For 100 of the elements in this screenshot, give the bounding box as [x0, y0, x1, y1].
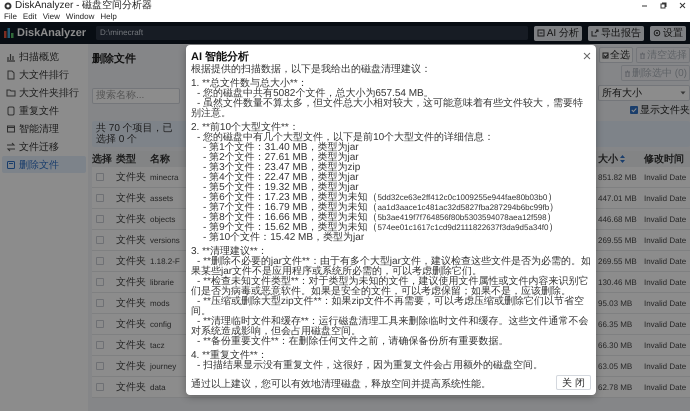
table-cell-text: 文件夹 [116, 296, 147, 310]
table-cell-text: 851.82 MB [598, 172, 638, 182]
list-item: - 扫描结果显示没有重复文件，这很好，因为重复文件会占用额外的磁盘空间。 [196, 361, 544, 371]
table-cell-text: 文件夹 [116, 276, 147, 289]
menu-item[interactable]: Edit [22, 11, 37, 22]
table-cell-text: 文件夹 [116, 192, 147, 205]
table-cell-text: Invalid Date [644, 172, 688, 182]
sidebar-item[interactable]: 扫描概览 [2, 48, 86, 65]
close-button[interactable]: 关 闭 [556, 375, 591, 390]
table-cell-text: 文件夹 [116, 170, 147, 184]
row-checkbox[interactable] [96, 194, 104, 202]
intro-text: 根据提供的扫描数据，以下是我给出的磁盘清理建议： [191, 65, 432, 75]
row-checkbox[interactable] [96, 299, 104, 307]
caret-icon [680, 91, 686, 95]
table-cell-text: 269.55 MB [598, 236, 638, 244]
table-cell-text: 447.01 MB [598, 194, 638, 202]
table-cell-text: minecra [150, 172, 180, 182]
row-checkbox[interactable] [96, 278, 104, 286]
table-cell-text: 66.35 MB [598, 320, 634, 328]
sidebar-item[interactable]: 重复文件 [2, 102, 86, 119]
box-icon [6, 124, 16, 134]
row-checkbox[interactable] [96, 362, 104, 370]
row-checkbox[interactable] [96, 236, 104, 244]
table-cell-text: Invalid Date [644, 298, 688, 308]
row-checkbox[interactable] [96, 173, 104, 181]
menu-item[interactable]: File [4, 11, 17, 22]
arrows-icon [6, 142, 16, 152]
sidebar-item[interactable]: 智能清理 [2, 120, 86, 137]
sort-icon [620, 155, 625, 163]
sidebar-item[interactable]: 删除文件 [2, 156, 86, 173]
folder-icon [6, 88, 16, 98]
header-button[interactable]: 导出报告 [588, 26, 644, 40]
restore-icon[interactable] [660, 2, 667, 9]
bar-chart-logo-icon [4, 28, 14, 38]
menu-item[interactable]: Window [66, 11, 94, 22]
close-icon[interactable] [583, 52, 591, 60]
header-button[interactable]: AI 分析 [534, 26, 582, 40]
table-cell-text: 文件夹 [116, 254, 147, 268]
table-cell-text: 1.18.2-F [150, 256, 181, 266]
dialog-title: AI 智能分析 [191, 50, 250, 64]
summary-text: 共 70 个项目，已选择 0 个 [96, 123, 174, 145]
file-icon [6, 70, 16, 80]
table-cell-text: mods [150, 298, 171, 308]
list-item: - 您的磁盘中有几个大型文件，以下是前10个大型文件的详细信息： [196, 133, 496, 143]
close-icon[interactable] [679, 2, 686, 9]
menu-item[interactable]: View [42, 11, 60, 22]
path-field[interactable]: D:\minecraft [96, 26, 528, 40]
section-heading: 3. **清理建议**： [191, 247, 268, 257]
conclusion-text: 通过以上建议，您可以有效地清理磁盘，释放空间并提高系统性能。 [191, 380, 491, 390]
table-cell-text: objects [150, 214, 176, 224]
list-item: - 第4个文件：22.47 MB，类型为jar [202, 173, 359, 183]
section-heading: 4. **重复文件**： [191, 351, 268, 361]
table-cell-text: Invalid Date [644, 214, 688, 224]
table-cell-text: 63.05 MB [598, 362, 634, 370]
action-button[interactable]: 全选 [599, 47, 633, 63]
table-cell-text: librarie [150, 278, 176, 286]
sidebar-item[interactable]: 大文件夹排行 [2, 84, 86, 101]
table-cell-text: 文件夹 [116, 360, 147, 373]
search-field[interactable]: 搜索名称... [92, 88, 180, 104]
list-item: - **检查未知文件类型**：对于类型为未知的文件，建议使用文件属性或文件内容来识别它们是否为病毒或恶意软件。如果是安全的文件，可以考虑保留；如果不是，应该删除。 [191, 277, 590, 297]
list-item: - 第2个文件：27.61 MB，类型为jar [202, 153, 359, 163]
table-cell-text: Invalid Date [644, 362, 688, 370]
list-item: - **删除不必要的jar文件**：由于有多个大型jar文件，建议检查这些文件是否为必需的。如果某些jar文件不是应用程序或系统所必需的，可以考虑删除它们。 [191, 257, 591, 277]
column-header[interactable]: 大小 [598, 152, 644, 166]
table-cell-text: 文件夹 [116, 212, 147, 226]
row-checkbox[interactable] [96, 257, 104, 265]
column-header[interactable]: 选择 [92, 152, 116, 166]
row-checkbox[interactable] [96, 215, 104, 223]
row-checkbox[interactable] [96, 320, 104, 328]
table-cell-text: tacz [150, 340, 166, 350]
size-filter-dropdown[interactable]: 所有大小 [598, 85, 690, 101]
header-button[interactable]: 设置 [650, 26, 686, 40]
square-icon [6, 160, 16, 170]
table-cell-text: config [150, 320, 172, 328]
list-item: - **备份重要文件**：在删除任何文件之前，请确保备份所有重要数据。 [196, 337, 510, 347]
list-item: - **压缩或删除大型zip文件**：如果zip文件不再需要，可以考虑压缩或删除它们以节省空间。 [191, 297, 584, 317]
row-checkbox[interactable] [96, 341, 104, 349]
section-heading: 2. **前10个大型文件**： [191, 123, 299, 133]
table-cell-text: assets [150, 194, 174, 202]
row-checkbox[interactable] [96, 383, 104, 391]
list-item: - 第7个文件：16.79 MB，类型为未知（aa1d3aace1c481ac32d5827fba287294b6bc99fb） [202, 203, 560, 213]
table-cell-text: Invalid Date [644, 382, 688, 392]
table-cell-text: Invalid Date [644, 320, 688, 328]
sidebar-item[interactable]: 文件迁移 [2, 138, 86, 155]
table-cell-text: Invalid Date [644, 194, 688, 202]
table-cell-text: data [150, 382, 167, 392]
list-item: - 第3个文件：23.47 MB，类型为zip [202, 163, 362, 173]
settings-icon [653, 29, 661, 37]
table-cell-text: 文件夹 [116, 338, 147, 352]
menu-item[interactable]: Help [100, 11, 117, 22]
column-header[interactable]: 修改时间 [644, 152, 690, 166]
table-cell-text: 62.78 MB [598, 382, 634, 392]
table-cell-text: journey [150, 362, 178, 370]
sidebar-item[interactable]: 大文件排行 [2, 66, 86, 83]
table-cell-text: 文件夹 [116, 234, 147, 247]
column-header[interactable]: 名称 [150, 152, 184, 166]
column-header[interactable]: 类型 [116, 152, 150, 166]
show-folders-checkbox[interactable]: 显示文件夹 [598, 103, 690, 117]
table-cell-text: Invalid Date [644, 278, 688, 286]
bar-chart-icon [6, 52, 16, 62]
